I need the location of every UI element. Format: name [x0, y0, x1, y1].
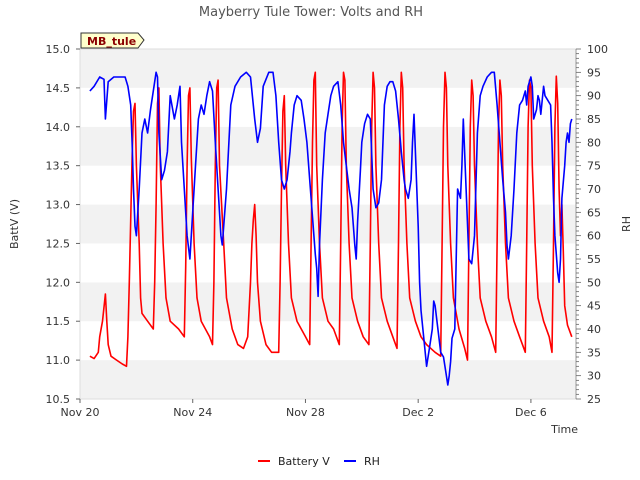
y-right-tick-label: 70 — [587, 183, 601, 196]
y-left-tick-label: 12.0 — [46, 276, 71, 289]
y-right-tick-label: 45 — [587, 300, 601, 313]
y-left-tick-label: 10.5 — [46, 393, 71, 406]
x-tick-label: Nov 24 — [173, 406, 212, 419]
y-right-tick-label: 40 — [587, 323, 601, 336]
y-left-tick-label: 11.5 — [46, 315, 71, 328]
y-axis-right-title: RH — [620, 216, 633, 232]
legend-item-rh: RH — [344, 455, 380, 468]
x-tick-label: Dec 6 — [515, 406, 547, 419]
y-right-tick-label: 60 — [587, 230, 601, 243]
y-right-tick-label: 50 — [587, 276, 601, 289]
y-right-tick-label: 95 — [587, 66, 601, 79]
y-right-tick-label: 100 — [587, 43, 608, 56]
y-right-tick-label: 75 — [587, 160, 601, 173]
y-right-tick-label: 90 — [587, 90, 601, 103]
y-right-tick-label: 35 — [587, 346, 601, 359]
y-right-tick-label: 30 — [587, 370, 601, 383]
y-left-tick-label: 14.5 — [46, 82, 71, 95]
y-axis-left: 10.5 11.0 11.5 12.0 12.5 13.0 13.5 14.0 14.5 15.0 — [46, 43, 80, 406]
y-right-tick-label: 55 — [587, 253, 601, 266]
y-left-tick-label: 14.0 — [46, 121, 71, 134]
y-left-tick-label: 12.5 — [46, 237, 71, 250]
y-left-tick-label: 11.0 — [46, 354, 71, 367]
legend-label: Battery V — [278, 455, 330, 468]
y-right-tick-label: 85 — [587, 113, 601, 126]
y-left-tick-label: 15.0 — [46, 43, 71, 56]
y-right-tick-label: 65 — [587, 206, 601, 219]
x-tick-label: Dec 2 — [402, 406, 434, 419]
chart-title: Mayberry Tule Tower: Volts and RH — [199, 5, 423, 20]
site-label-box: MB_tule — [80, 32, 145, 49]
grid-band — [80, 204, 576, 244]
y-right-tick-label: 80 — [587, 136, 601, 149]
x-tick-label: Nov 28 — [286, 406, 325, 419]
site-label: MB_tule — [87, 35, 136, 48]
y-left-tick-label: 13.0 — [46, 199, 71, 212]
legend: Battery V RH — [258, 455, 380, 468]
y-axis-right: 25 30 35 40 45 50 55 60 65 70 75 80 85 90 95 100 — [575, 43, 608, 406]
legend-label: RH — [364, 455, 380, 468]
legend-item-battery-v: Battery V — [258, 455, 330, 468]
x-tick-label: Nov 20 — [61, 406, 100, 419]
y-right-tick-label: 25 — [587, 393, 601, 406]
grid-band — [80, 321, 576, 361]
x-axis: Nov 20 Nov 24 Nov 28 Dec 2 Dec 6 — [61, 399, 547, 419]
y-left-tick-label: 13.5 — [46, 160, 71, 173]
chart: Mayberry Tule Tower: Volts and RH 10.5 11… — [8, 5, 633, 468]
y-axis-left-title: BattV (V) — [8, 199, 21, 249]
x-axis-title: Time — [550, 423, 578, 436]
grid-band — [80, 360, 576, 399]
